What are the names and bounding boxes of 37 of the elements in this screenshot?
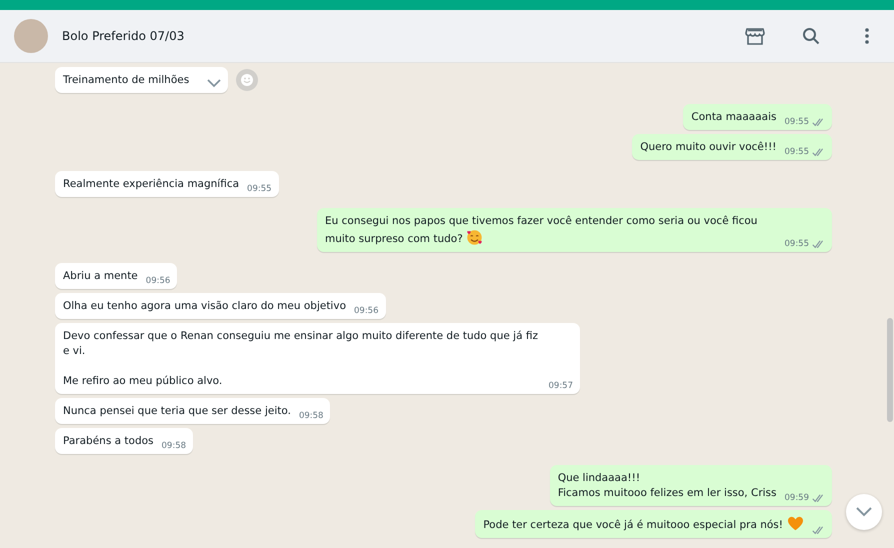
message-time: 09:58 <box>298 411 324 421</box>
smiling-face-with-hearts-icon <box>466 229 483 246</box>
message-text: Que lindaaaa!!! Ficamos muitooo felizes em ler isso, Criss <box>558 471 776 501</box>
message-time: 09:55 <box>784 239 809 249</box>
smiley-icon <box>240 73 254 87</box>
message-time: 09:59 <box>784 493 809 503</box>
chevron-down-icon[interactable] <box>207 79 222 88</box>
double-check-icon <box>812 494 825 502</box>
double-check-icon <box>812 148 825 156</box>
message-time: 09:56 <box>146 276 170 286</box>
message-text: Conta maaaaais <box>691 110 776 125</box>
chat-title: Bolo Preferido 07/03 <box>62 29 186 43</box>
chevron-down-icon <box>856 507 872 517</box>
message-text: Nunca pensei que teria que ser desse jeito. <box>63 404 291 419</box>
message-text: Quero muito ouvir você!!! <box>640 140 776 155</box>
message-text: Olha eu tenho agora uma visão claro do meu objetivo <box>63 299 346 314</box>
message-time: 09:55 <box>784 147 809 157</box>
scrollbar-thumb[interactable] <box>887 318 893 422</box>
message-time: 09:56 <box>354 306 378 316</box>
double-check-icon <box>812 526 825 535</box>
message-text: Parabéns a todos <box>63 434 154 449</box>
heart-icon <box>787 516 804 531</box>
double-check-icon <box>812 118 825 126</box>
scroll-down-button[interactable] <box>846 494 882 530</box>
avatar[interactable] <box>14 19 48 53</box>
message-time: 09:55 <box>784 117 809 127</box>
message-text: Treinamento de milhões <box>63 73 190 88</box>
message-text: Realmente experiência magnífica <box>63 177 240 192</box>
message-time: 09:55 <box>247 184 272 194</box>
message-time: 09:57 <box>548 381 573 391</box>
message-time: 09:58 <box>162 441 186 451</box>
message-text: Devo confessar que o Renan conseguiu me ensinar algo muito diferente de tudo que já fiz e vi. Me refiro ao meu público alvo. <box>63 329 539 389</box>
emoji-reaction-button[interactable] <box>236 69 258 91</box>
message-text: Eu consegui nos papos que tivemos fazer você entender como seria ou você ficou muito surpreso com tudo? <box>325 214 758 247</box>
message-text: Pode ter certeza que você já é muitooo especial pra nós! <box>483 516 804 533</box>
message-text: Abriu a mente <box>63 269 138 284</box>
double-check-icon <box>812 240 825 248</box>
